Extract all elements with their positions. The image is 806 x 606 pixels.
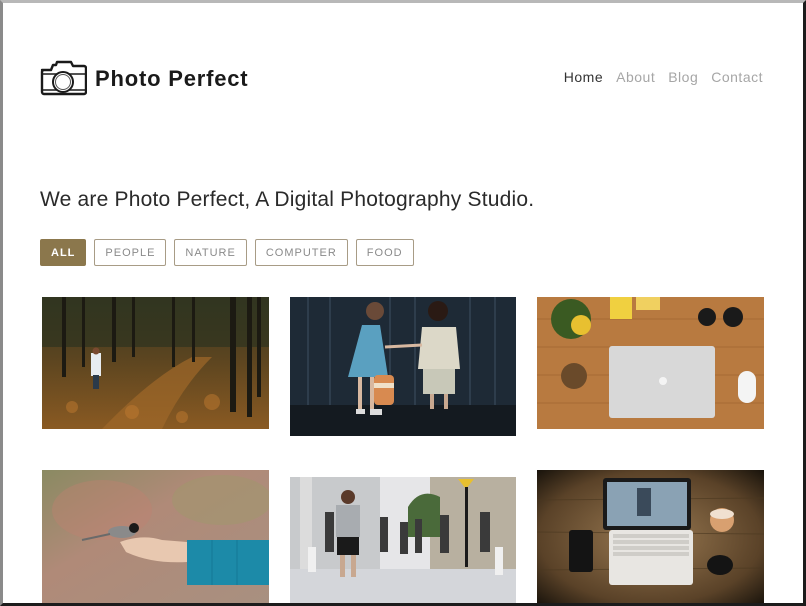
gallery-photo-workspace[interactable] [537, 470, 764, 603]
bird-hand-image [42, 470, 269, 603]
browser-frame: Photo Perfect Home About Blog Contact We… [0, 0, 806, 606]
forest-image [42, 297, 269, 429]
filter-bar: ALL PEOPLE NATURE COMPUTER FOOD [40, 239, 414, 266]
gallery-photo-bird-hand[interactable] [42, 470, 269, 603]
filter-all[interactable]: ALL [40, 239, 87, 266]
gallery-photo-street[interactable] [290, 477, 516, 603]
page: Photo Perfect Home About Blog Contact We… [3, 3, 803, 603]
gallery-photo-forest[interactable] [42, 297, 269, 429]
logo[interactable]: Photo Perfect [39, 59, 248, 99]
children-image [290, 297, 516, 436]
gallery-photo-children[interactable] [290, 297, 516, 436]
intro-headline: We are Photo Perfect, A Digital Photogra… [40, 188, 535, 211]
nav-home[interactable]: Home [564, 69, 603, 85]
camera-icon [39, 59, 87, 99]
brand-name: Photo Perfect [95, 66, 249, 91]
filter-computer[interactable]: COMPUTER [254, 239, 348, 266]
filter-nature[interactable]: NATURE [174, 239, 247, 266]
nav-contact[interactable]: Contact [711, 69, 763, 85]
laptop-desk-image [537, 297, 764, 429]
nav-about[interactable]: About [616, 69, 655, 85]
main-nav: Home About Blog Contact [564, 69, 763, 85]
gallery-photo-laptop-desk[interactable] [537, 297, 764, 429]
nav-blog[interactable]: Blog [668, 69, 698, 85]
filter-people[interactable]: PEOPLE [94, 239, 167, 266]
filter-food[interactable]: FOOD [355, 239, 414, 266]
workspace-image [537, 470, 764, 603]
street-image [290, 477, 516, 603]
